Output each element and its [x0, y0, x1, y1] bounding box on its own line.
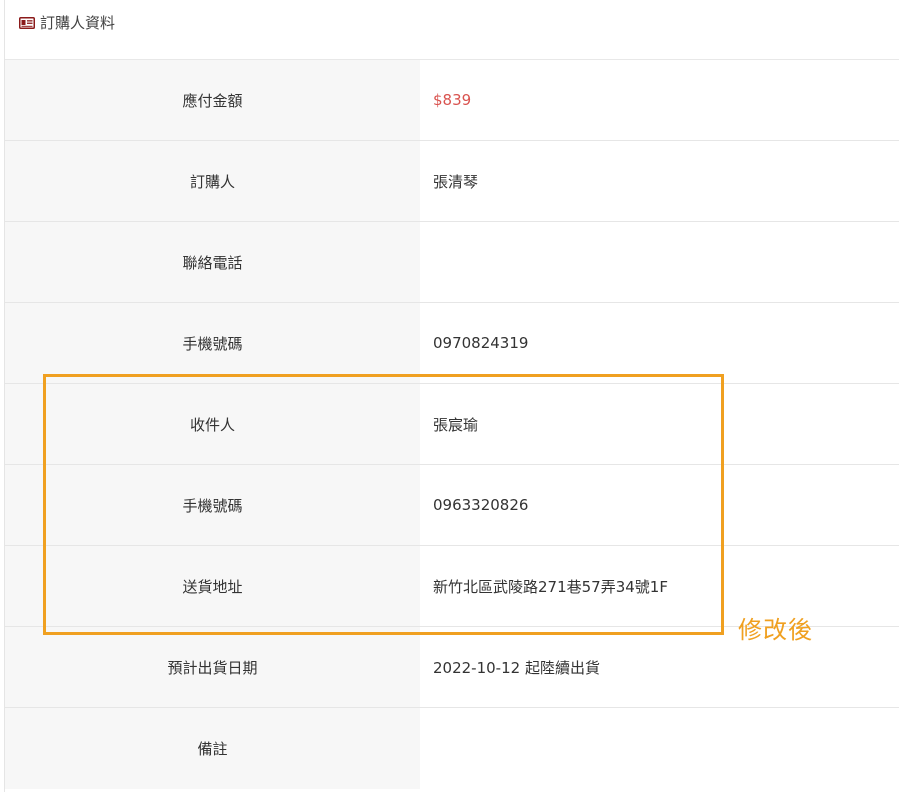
remarks-value [420, 708, 899, 789]
table-row-recipient-mobile: 手機號碼 0963320826 [5, 465, 899, 546]
row-label: 預計出貨日期 [5, 627, 420, 707]
recipient-value: 張宸瑜 [433, 415, 479, 434]
panel-title: 訂購人資料 [40, 14, 116, 32]
row-label: 應付金額 [5, 60, 420, 140]
contact-phone-value [420, 222, 899, 302]
shipping-address-value: 新竹北區武陵路271巷57弄34號1F [433, 577, 668, 596]
row-label: 手機號碼 [5, 303, 420, 383]
table-row-contact-phone: 聯絡電話 [5, 222, 899, 303]
row-label: 手機號碼 [5, 465, 420, 545]
table-row-mobile: 手機號碼 0970824319 [5, 303, 899, 384]
row-label: 備註 [5, 708, 420, 789]
table-row-recipient: 收件人 張宸瑜 [5, 384, 899, 465]
order-info-table: 應付金額 $839 訂購人 張清琴 聯絡電話 手機號碼 0970824319 收… [5, 60, 899, 789]
table-row-amount-due: 應付金額 $839 [5, 60, 899, 141]
panel-header: 訂購人資料 [5, 0, 899, 60]
row-label: 送貨地址 [5, 546, 420, 626]
id-card-icon [19, 16, 35, 29]
orderer-value: 張清琴 [433, 172, 479, 191]
recipient-mobile-value: 0963320826 [433, 496, 529, 514]
orderer-info-panel: 訂購人資料 應付金額 $839 訂購人 張清琴 聯絡電話 手機號碼 097082… [4, 0, 899, 792]
table-row-orderer: 訂購人 張清琴 [5, 141, 899, 222]
annotation-note: 修改後 [738, 616, 813, 644]
amount-due-value: $839 [433, 91, 472, 109]
mobile-value: 0970824319 [433, 334, 529, 352]
row-label: 收件人 [5, 384, 420, 464]
ship-date-value: 2022-10-12 起陸續出貨 [433, 658, 600, 677]
table-row-remarks: 備註 [5, 708, 899, 789]
row-label: 訂購人 [5, 141, 420, 221]
row-label: 聯絡電話 [5, 222, 420, 302]
